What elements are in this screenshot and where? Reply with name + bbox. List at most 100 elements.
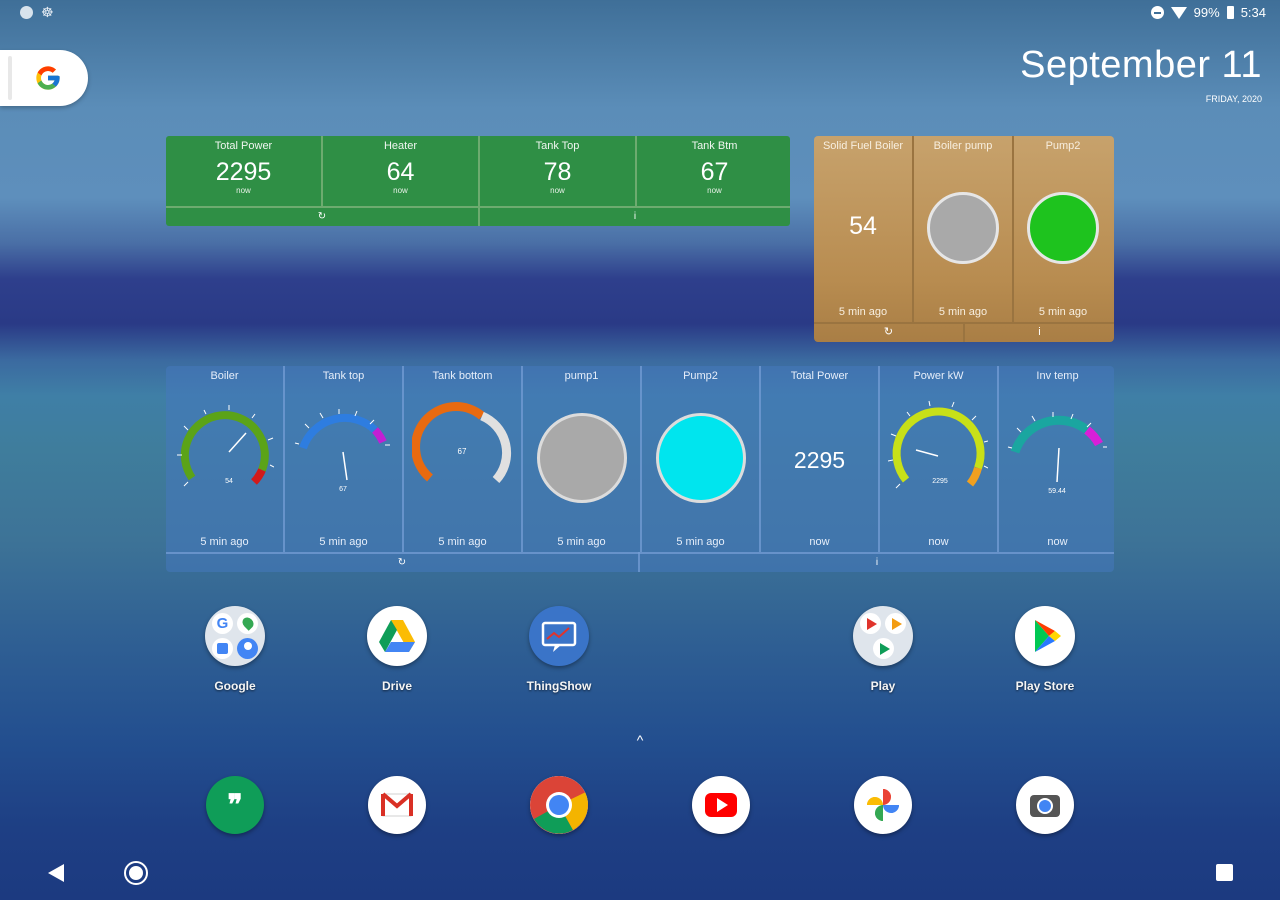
tile-time: 5 min ago [319,536,368,548]
gauge: 59.44 [1007,412,1107,495]
tile-label: Heater [383,140,418,152]
gauge-value: 2295 [932,478,948,485]
tile-tank-btm[interactable]: Tank Btm 67 now [637,136,790,206]
back-icon[interactable] [48,864,64,882]
info-button[interactable]: i [480,208,790,226]
tile-time: now [1047,536,1068,548]
bug-icon: ☸ [41,4,54,20]
tile-value: 67 [700,158,729,186]
hangouts-icon[interactable]: ❞ [206,776,264,834]
do-not-disturb-icon [1150,6,1164,19]
tile-time: 5 min ago [200,536,249,548]
tile-pump1[interactable]: pump1 5 min ago [523,366,640,552]
tile-tank-top[interactable]: Tank top 67 5 min ago [285,366,402,552]
tile-time: 5 min ago [838,306,888,318]
tile-time: now [707,186,722,195]
google-folder-icon: G [205,606,265,666]
tile-time: 5 min ago [938,306,988,318]
status-lamp [927,192,999,264]
app-label: Play [870,679,896,693]
tile-label: Pump2 [1045,140,1081,152]
tile-value: 2295 [793,447,846,473]
youtube-icon[interactable] [692,776,750,834]
status-right: 99% 5:34 [1150,5,1266,20]
tile-label: Total Power [790,370,849,382]
notification-dot-icon [20,5,33,19]
tile-boiler[interactable]: Boiler 54 5 min ago [166,366,283,552]
tile-value: 78 [543,158,572,186]
app-label: Google [214,679,256,693]
tile-time: now [809,536,830,548]
tile-tank-bottom[interactable]: Tank bottom 67 5 min ago [404,366,521,552]
camera-icon[interactable] [1016,776,1074,834]
play-folder-icon [853,606,913,666]
home-icon[interactable] [124,861,148,885]
date-main[interactable]: September 11 [1020,44,1262,87]
tile-pump2[interactable]: Pump2 5 min ago [1014,136,1112,322]
refresh-button[interactable]: ↻ [814,322,963,342]
gauge-value: 54 [225,478,233,485]
google-g-icon [36,66,60,90]
gauge: 67 [412,402,512,484]
gauge: 67 [294,409,390,493]
status-left: ☸ [20,5,54,19]
wifi-icon [1170,6,1187,19]
tile-label: Tank Top [535,140,580,152]
google-drive-icon [367,606,427,666]
thingshow-widget-green[interactable]: Total Power 2295 now Heater 64 now Tank … [166,136,790,226]
google-search-widget[interactable] [0,50,88,106]
tile-time: now [236,186,251,195]
tile-tank-top[interactable]: Tank Top 78 now [480,136,635,206]
status-bar[interactable]: ☸ 99% 5:34 [0,0,1280,28]
app-label: Drive [381,679,413,693]
tile-total-power[interactable]: Total Power 2295 now [761,366,878,552]
status-lamp [537,413,627,503]
battery-icon [1226,6,1234,19]
tile-time: 5 min ago [676,536,725,548]
tile-label: pump1 [564,370,599,382]
tile-time: 5 min ago [1038,306,1088,318]
thingshow-widget-blue[interactable]: Boiler 54 5 min ago Tank top 67 5 min ag… [166,366,1114,572]
app-google[interactable]: G Google [180,606,290,693]
app-drive[interactable]: Drive [342,606,452,693]
tile-pump2[interactable]: Pump2 5 min ago [642,366,759,552]
date-sub: FRIDAY, 2020 [1205,94,1262,104]
tile-label: Total Power [214,140,273,152]
app-label: ThingShow [526,679,592,693]
play-store-icon [1015,606,1075,666]
recents-icon[interactable] [1216,864,1233,881]
app-label: Play Store [1015,679,1075,693]
info-button[interactable]: i [640,554,1114,572]
app-thingshow[interactable]: ThingShow [504,606,614,693]
tile-value: 2295 [215,158,272,186]
app-play-store[interactable]: Play Store [990,606,1100,693]
tile-inv-temp[interactable]: Inv temp 59.44 now [999,366,1114,552]
tile-total-power[interactable]: Total Power 2295 now [166,136,321,206]
tile-label: Inv temp [1036,370,1079,382]
tile-heater[interactable]: Heater 64 now [323,136,478,206]
tile-label: Pump2 [683,370,718,382]
info-button[interactable]: i [965,322,1114,342]
gauge-value: 67 [339,486,347,493]
tile-solid-fuel-boiler[interactable]: Solid Fuel Boiler 54 5 min ago [814,136,912,322]
gmail-icon[interactable] [368,776,426,834]
refresh-button[interactable]: ↻ [166,554,638,572]
app-play[interactable]: Play [828,606,938,693]
tile-label: Boiler pump [933,140,993,152]
thingshow-icon [529,606,589,666]
tile-power-kw[interactable]: Power kW 2295 now [880,366,997,552]
tile-time: now [928,536,949,548]
tile-time: 5 min ago [438,536,487,548]
clock: 5:34 [1240,5,1266,20]
tile-boiler-pump[interactable]: Boiler pump 5 min ago [914,136,1012,322]
tile-time: 5 min ago [557,536,606,548]
tile-label: Tank Btm [691,140,738,152]
tile-label: Boiler [210,370,239,382]
thingshow-widget-tan[interactable]: Solid Fuel Boiler 54 5 min ago Boiler pu… [814,136,1114,342]
chevron-up-icon[interactable]: ^ [630,732,650,748]
photos-icon[interactable] [854,776,912,834]
chrome-icon[interactable] [530,776,588,834]
tile-label: Tank bottom [432,370,493,382]
tile-value: 54 [849,212,877,240]
refresh-button[interactable]: ↻ [166,208,478,226]
